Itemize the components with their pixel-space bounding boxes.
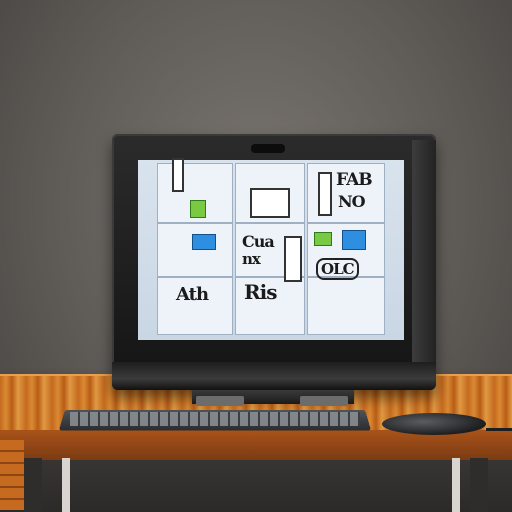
- screen-text: FAB: [336, 170, 373, 190]
- monitor-bezel: [112, 362, 436, 390]
- folder-icon: [342, 230, 366, 250]
- desk-leg: [452, 458, 460, 512]
- mouse-icon: [382, 413, 486, 435]
- keyboard-keys: [70, 412, 360, 426]
- document-icon: [284, 236, 302, 282]
- monitor-screen: FAB NO Cua nx OLC Ath Ris: [138, 158, 404, 340]
- mouse-cable: [486, 428, 512, 431]
- desk-leg: [24, 458, 42, 512]
- desk-leg: [470, 458, 488, 512]
- spreadsheet-icon: [190, 200, 206, 218]
- file-icon: [172, 158, 184, 192]
- screen-text: Ris: [244, 280, 277, 304]
- screen-text: Ath: [176, 284, 209, 305]
- stand-bolt: [300, 396, 348, 406]
- screen-text: nx: [242, 250, 261, 268]
- screen-text: Cua: [242, 232, 275, 251]
- screen-tile: [308, 278, 384, 334]
- monitor-side: [412, 140, 436, 368]
- stand-bolt: [196, 396, 244, 406]
- screen-text: NO: [338, 192, 366, 211]
- document-icon: [318, 172, 332, 216]
- folder-icon: [192, 234, 216, 250]
- screen-text: OLC: [316, 258, 359, 280]
- screen-tile: [158, 224, 232, 276]
- desk-drawer: [0, 440, 24, 510]
- spreadsheet-icon: [314, 232, 332, 246]
- desk-leg: [62, 458, 70, 512]
- webcam: [251, 144, 285, 153]
- image-icon: [250, 188, 290, 218]
